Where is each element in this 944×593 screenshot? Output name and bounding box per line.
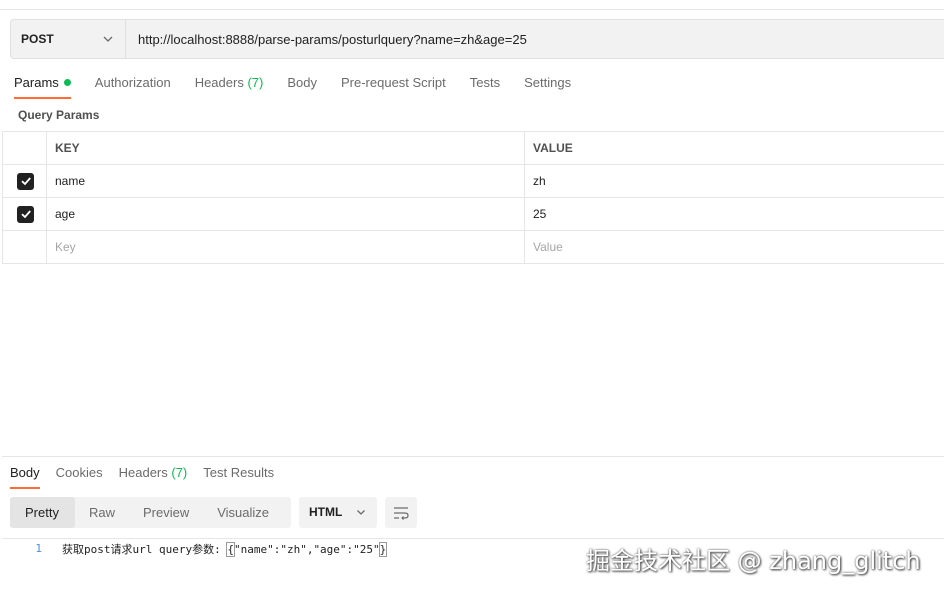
chevron-down-icon <box>103 36 113 42</box>
new-value-input[interactable]: Value <box>525 231 944 263</box>
view-preview-button[interactable]: Preview <box>129 497 203 528</box>
url-input[interactable]: http://localhost:8888/parse-params/postu… <box>126 32 527 47</box>
request-bar: POST http://localhost:8888/parse-params/… <box>10 19 944 59</box>
format-select[interactable]: HTML <box>299 497 377 528</box>
table-row: name zh <box>2 165 944 198</box>
row-check-cell <box>2 198 47 230</box>
key-column-header: KEY <box>47 132 525 164</box>
param-key-cell[interactable]: name <box>47 165 525 197</box>
header-check-cell <box>2 132 47 164</box>
tab-authorization[interactable]: Authorization <box>95 72 171 99</box>
tab-label: Settings <box>524 75 572 90</box>
params-active-dot <box>63 79 71 87</box>
tab-tests[interactable]: Tests <box>470 72 500 99</box>
row-check-cell <box>2 231 47 263</box>
open-brace: { <box>226 541 235 557</box>
wrap-lines-icon <box>394 506 409 520</box>
tab-label: Tests <box>469 75 501 90</box>
tab-settings[interactable]: Settings <box>524 72 571 99</box>
view-raw-button[interactable]: Raw <box>75 497 129 528</box>
response-prefix: 获取post请求url query参数: <box>62 542 228 556</box>
tab-label: Authorization <box>94 75 171 90</box>
tab-label: Params <box>14 75 59 90</box>
row-check-cell <box>2 165 47 197</box>
chevron-down-icon <box>357 510 365 515</box>
response-tab-headers[interactable]: Headers (7) <box>119 464 188 489</box>
new-key-input[interactable]: Key <box>47 231 525 263</box>
response-divider <box>2 456 944 457</box>
tab-label: Pre-request Script <box>340 75 446 90</box>
view-pretty-button[interactable]: Pretty <box>10 497 75 528</box>
param-checkbox[interactable] <box>17 205 34 223</box>
view-visualize-button[interactable]: Visualize <box>203 497 283 528</box>
response-headers-count: (7) <box>171 465 188 480</box>
tab-params[interactable]: Params <box>14 72 71 99</box>
tab-label: Body <box>287 75 317 90</box>
table-header-row: KEY VALUE <box>2 132 944 165</box>
check-icon <box>20 177 31 186</box>
response-json: "name":"zh","age":"25" <box>233 542 380 556</box>
table-row-empty: Key Value <box>2 231 944 264</box>
check-icon <box>20 210 31 219</box>
query-params-title: Query Params <box>18 108 100 122</box>
value-column-header: VALUE <box>533 141 573 155</box>
watermark: 掘金技术社区 @ zhang_glitch <box>586 547 921 575</box>
headers-count: (7) <box>247 75 264 90</box>
method-label: POST <box>21 32 54 46</box>
method-select[interactable]: POST <box>11 20 126 58</box>
tab-body[interactable]: Body <box>287 72 317 99</box>
request-tabs: Params Authorization Headers (7) Body Pr… <box>14 72 595 99</box>
response-tab-body[interactable]: Body <box>10 464 40 489</box>
view-mode-group: Pretty Raw Preview Visualize <box>10 497 291 528</box>
response-tab-cookies[interactable]: Cookies <box>56 464 103 489</box>
tab-pre-request-script[interactable]: Pre-request Script <box>341 72 446 99</box>
format-label: HTML <box>309 505 343 519</box>
response-tabs: Body Cookies Headers (7) Test Results <box>10 464 290 489</box>
params-table: KEY VALUE name zh age 25 Key Value <box>2 131 944 264</box>
line-number: 1 <box>35 542 42 555</box>
top-divider <box>0 0 944 10</box>
table-row: age 25 <box>2 198 944 231</box>
tab-label: Headers <box>118 465 168 480</box>
param-checkbox[interactable] <box>17 172 34 190</box>
param-key-cell[interactable]: age <box>47 198 525 230</box>
close-brace: } <box>378 541 388 557</box>
param-value-cell[interactable]: 25 <box>525 198 944 230</box>
tab-label: Headers <box>194 75 244 90</box>
param-value-cell[interactable]: zh <box>525 165 944 197</box>
wrap-lines-button[interactable] <box>385 497 417 528</box>
response-body-text[interactable]: 获取post请求url query参数: {"name":"zh","age":… <box>62 541 388 557</box>
tab-headers[interactable]: Headers (7) <box>195 72 264 99</box>
response-tab-test-results[interactable]: Test Results <box>203 464 274 489</box>
